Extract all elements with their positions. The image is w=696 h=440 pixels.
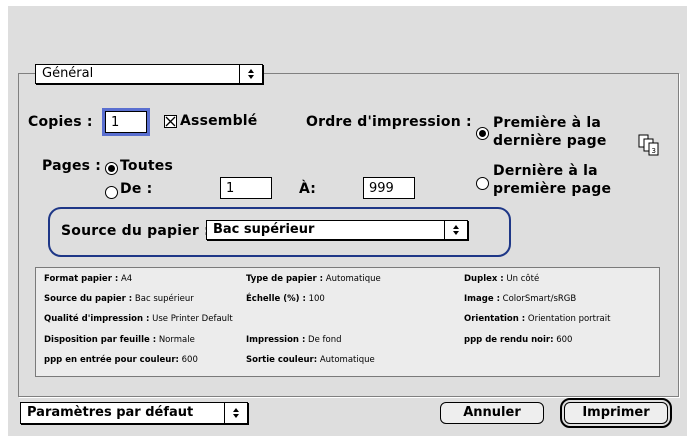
cancel-button[interactable]: Annuler	[440, 402, 544, 424]
panel-popup-menu[interactable]: Général	[35, 64, 263, 84]
pages-to-label: À:	[299, 181, 317, 197]
panel-popup-value: Général	[42, 66, 94, 81]
summary-item: Source du papier : Bac supérieur	[44, 294, 194, 304]
summary-item: Échelle (%) : 100	[246, 294, 325, 304]
pages-label: Pages :	[42, 158, 102, 174]
summary-item: Impression : De fond	[246, 335, 342, 345]
pages-from-radio[interactable]	[105, 186, 118, 199]
copies-label: Copies :	[28, 114, 93, 130]
pages-all-radio[interactable]	[105, 162, 118, 175]
copies-input[interactable]: 1	[102, 108, 150, 136]
print-button[interactable]: Imprimer	[560, 398, 672, 428]
summary-item: Orientation : Orientation portrait	[464, 314, 611, 324]
summary-item: Format papier : A4	[44, 274, 133, 284]
collate-label: Assemblé	[180, 113, 258, 129]
popup-arrows-icon	[239, 65, 262, 83]
summary-item: Sortie couleur: Automatique	[246, 355, 375, 365]
settings-summary: Format papier : A4 Source du papier : Ba…	[35, 267, 660, 377]
pages-from-input[interactable]: 1	[220, 177, 272, 199]
pages-all-label: Toutes	[120, 158, 173, 174]
summary-item: ppp en entrée pour couleur: 600	[44, 355, 198, 365]
paper-source-value: Bac supérieur	[213, 222, 315, 237]
pages-from-label: De :	[120, 181, 153, 197]
paper-source-popup[interactable]: Bac supérieur	[206, 220, 468, 240]
summary-item: Type de papier : Automatique	[246, 274, 381, 284]
order-option1-line1: Première à la	[493, 115, 601, 131]
summary-item: Disposition par feuille : Normale	[44, 335, 195, 345]
pages-to-input[interactable]: 999	[363, 177, 415, 199]
popup-arrows-icon	[224, 403, 247, 423]
order-option2-line1: Dernière à la	[493, 163, 598, 179]
checkmark-icon	[165, 116, 176, 127]
presets-value: Paramètres par défaut	[27, 405, 194, 420]
print-order-label: Ordre d'impression :	[306, 114, 472, 130]
order-option1-line2: dernière page	[493, 133, 607, 149]
presets-popup[interactable]: Paramètres par défaut	[20, 402, 248, 424]
summary-item: Image : ColorSmart/sRGB	[464, 294, 577, 304]
order-first-to-last-radio[interactable]	[476, 127, 489, 140]
summary-item: Duplex : Un côté	[464, 274, 540, 284]
print-dialog: Général Copies : 1 Assemblé Ordre d'impr…	[8, 6, 687, 436]
paper-source-label: Source du papier :	[61, 223, 210, 239]
popup-arrows-icon	[444, 221, 467, 239]
summary-item: ppp de rendu noir: 600	[464, 335, 573, 345]
order-last-to-first-radio[interactable]	[476, 177, 489, 190]
page-order-icon: 3	[638, 134, 659, 156]
summary-item: Qualité d'impression : Use Printer Defau…	[44, 314, 233, 324]
collate-checkbox[interactable]	[164, 115, 177, 128]
svg-text:3: 3	[652, 147, 656, 155]
order-option2-line2: première page	[493, 181, 612, 197]
